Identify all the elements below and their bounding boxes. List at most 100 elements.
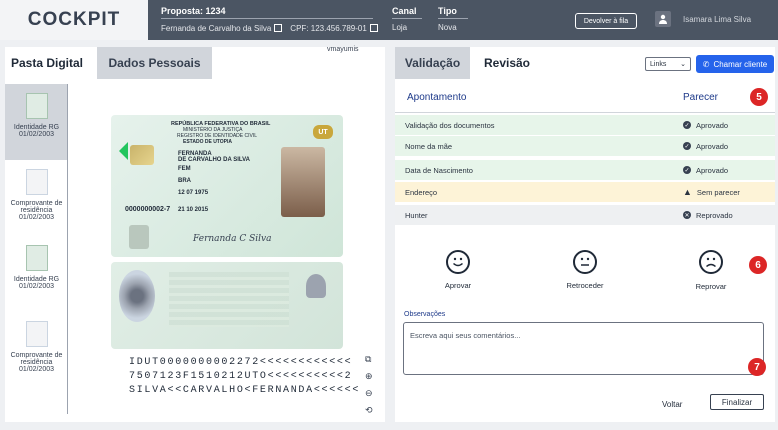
card-name-2: DE CARVALHO DA SILVA — [178, 157, 251, 163]
divider — [395, 112, 775, 113]
thumbnail-item[interactable]: Identidade RG 01/02/2003 — [5, 236, 67, 312]
zoom-out-icon[interactable]: ⊖ — [365, 388, 373, 399]
mrz-line: SILVA<<CARVALHO<FERNANDA<<<<<< — [129, 385, 361, 396]
retreat-label[interactable]: Retroceder — [555, 281, 615, 290]
card-badge: UT — [313, 125, 333, 139]
card-state: ESTADO DE UTOPIA — [183, 139, 232, 145]
document-thumbnail-icon — [25, 245, 48, 271]
warning-icon: ▲ — [683, 187, 692, 197]
approve-label[interactable]: Aprovar — [428, 281, 488, 290]
row-label: Nome da mãe — [405, 141, 453, 151]
thumbnail-date: 01/02/2003 — [18, 283, 55, 290]
neutral-face-icon[interactable] — [573, 250, 597, 274]
card-birth: 12 07 1975 — [178, 190, 209, 196]
phone-icon: ✆ — [702, 59, 710, 69]
fingerprint-icon — [119, 270, 155, 322]
check-circle-icon: ✓ — [683, 142, 691, 150]
mrz-line: 7507123F1510212UTO<<<<<<<<<<2 — [129, 371, 353, 382]
review-row: Validação dos documentos ✓ Aprovado — [395, 115, 775, 135]
copy-icon[interactable] — [369, 24, 378, 32]
observations-label: Observações — [404, 311, 446, 318]
row-status: Aprovado — [696, 141, 729, 151]
return-to-queue-button[interactable]: Devolver à fila — [575, 13, 637, 29]
id-card-front: REPÚBLICA FEDERATIVA DO BRASIL MINISTÉRI… — [111, 115, 343, 257]
viewer-tools: ⧉ ⊕ ⊖ ⟲ — [365, 354, 373, 416]
finish-button[interactable]: Finalizar — [710, 394, 764, 410]
reject-label[interactable]: Reprovar — [681, 282, 741, 291]
client-cpf: CPF: 123.456.789-01 — [290, 24, 367, 33]
proposal-info: Proposta: 1234 Fernanda de Carvalho da S… — [161, 6, 378, 33]
zoom-in-icon[interactable]: ⊕ — [365, 371, 373, 382]
review-row: Data de Nascimento ✓ Aprovado — [395, 160, 775, 180]
id-card-back — [111, 262, 343, 349]
thumbnail-item[interactable]: Comprovante de residência 01/02/2003 — [5, 312, 67, 388]
thumbnail-label: Comprovante de residência — [10, 200, 63, 214]
document-thumbnail-icon — [25, 93, 48, 119]
thumbnail-label: Comprovante de residência — [10, 352, 63, 366]
call-client-label: Chamar cliente — [713, 59, 768, 69]
thumbnail-list: Identidade RG 01/02/2003 Comprovante de … — [5, 84, 68, 414]
document-thumbnail-icon — [25, 169, 48, 195]
card-signature: Fernanda C Silva — [193, 234, 272, 244]
cockpit-logo: COCKPIT — [0, 0, 148, 40]
card-mini-photo — [129, 225, 149, 249]
card-nationality: BRA — [178, 178, 191, 184]
chip-icon — [130, 145, 154, 165]
back-button[interactable]: Voltar — [662, 400, 682, 409]
tipo-label: Tipo — [438, 6, 468, 19]
canal-value: Loja — [392, 23, 408, 32]
card-number: 0000000002-7 — [125, 206, 171, 213]
tab-pasta-digital[interactable]: Pasta Digital — [5, 47, 89, 79]
chevron-down-icon: ⌄ — [680, 61, 686, 68]
mrz-line: IDUT0000000002272<<<<<<<<<<<< — [129, 357, 353, 368]
external-link-icon[interactable]: ⧉ — [365, 354, 373, 365]
smile-face-icon[interactable] — [446, 250, 470, 274]
row-status: Aprovado — [696, 120, 729, 130]
step-marker: 6 — [749, 256, 767, 274]
rotate-icon[interactable]: ⟲ — [365, 405, 373, 416]
card-photo — [281, 147, 325, 217]
check-circle-icon: ✓ — [683, 121, 691, 129]
tab-dados-pessoais[interactable]: Dados Pessoais — [97, 47, 212, 79]
card-back-fields — [169, 272, 289, 327]
observations-textarea[interactable]: Escreva aqui seus comentários... — [403, 322, 764, 375]
row-label: Data de Nascimento — [405, 165, 473, 175]
apontamento-header: Apontamento — [407, 92, 467, 103]
thumbnail-item[interactable]: Identidade RG 01/02/2003 — [5, 84, 67, 160]
row-status: Sem parecer — [696, 187, 740, 197]
row-label: Validação dos documentos — [405, 120, 495, 130]
thumbnail-item[interactable]: Comprovante de residência 01/02/2003 — [5, 160, 67, 236]
thumbnail-date: 01/02/2003 — [18, 366, 55, 373]
mrz-zone: IDUT0000000002272<<<<<<<<<<<< 7507123F15… — [111, 350, 361, 410]
row-label: Hunter — [405, 210, 428, 220]
row-status: Reprovado — [696, 210, 733, 220]
review-row: Endereço ▲ Sem parecer — [395, 182, 775, 202]
parecer-header: Parecer — [683, 92, 719, 103]
check-circle-icon: ✓ — [683, 166, 691, 174]
links-select[interactable]: Links ⌄ — [645, 57, 691, 71]
document-thumbnail-icon — [25, 321, 48, 347]
tab-revisao[interactable]: Revisão — [475, 47, 539, 79]
thumbnail-label: Identidade RG — [13, 276, 60, 283]
arrow-icon — [119, 142, 128, 160]
thumbnail-date: 01/02/2003 — [18, 214, 55, 221]
thumbnail-date: 01/02/2003 — [18, 131, 55, 138]
call-client-button[interactable]: ✆ Chamar cliente — [696, 55, 774, 73]
card-sex: FEM — [178, 166, 191, 172]
tab-validacao[interactable]: Validação — [395, 47, 470, 79]
silhouette-icon — [306, 274, 326, 298]
user-icon — [655, 11, 671, 27]
x-circle-icon: ✕ — [683, 211, 691, 219]
copy-icon[interactable] — [274, 24, 283, 32]
canal-info: Canal Loja — [392, 6, 422, 32]
step-marker: 5 — [750, 88, 768, 106]
tipo-value: Nova — [438, 23, 457, 32]
card-validity: 21 10 2015 — [178, 207, 209, 213]
row-label: Endereço — [405, 187, 438, 197]
thumbnail-label: Identidade RG — [13, 124, 60, 131]
tipo-info: Tipo Nova — [438, 6, 468, 32]
sad-face-icon[interactable] — [699, 250, 723, 274]
review-row: Nome da mãe ✓ Aprovado — [395, 136, 775, 156]
proposal-title: Proposta: 1234 — [161, 6, 373, 19]
user-name: Isamara Lima Silva — [683, 15, 752, 24]
